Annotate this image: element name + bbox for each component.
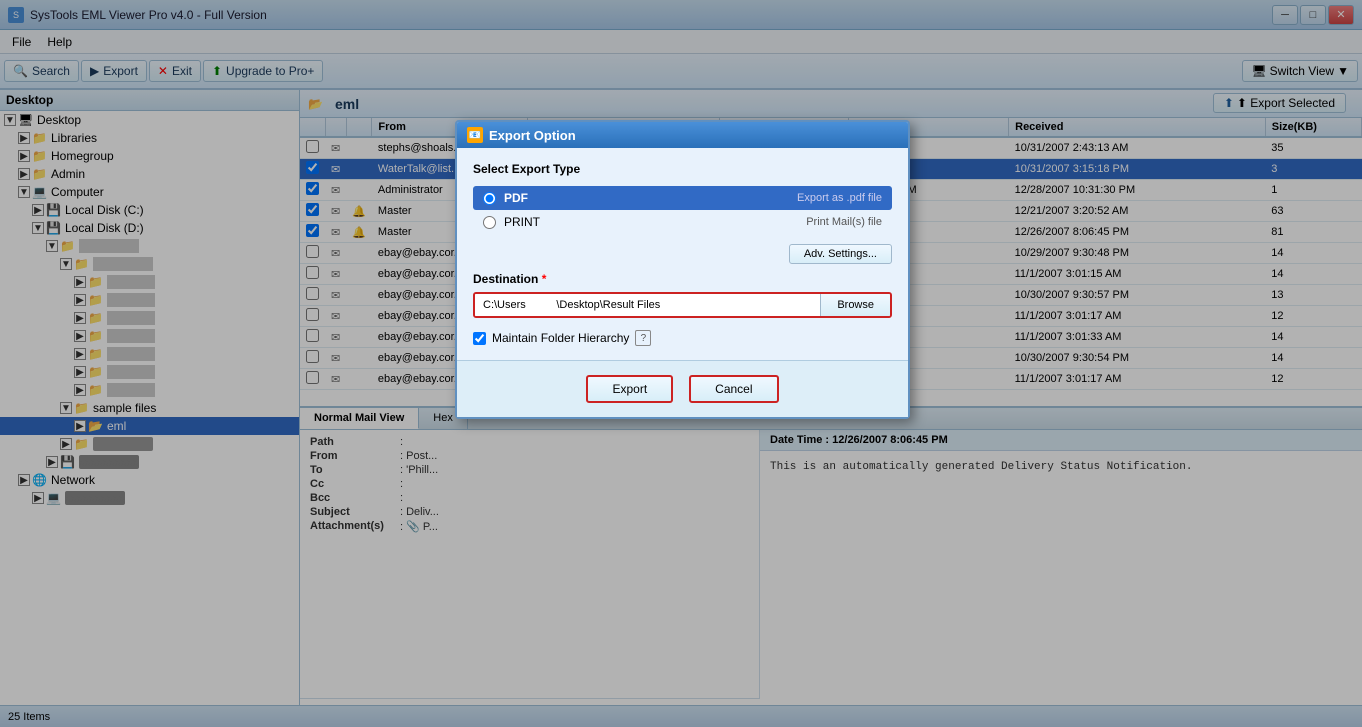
select-export-type-label: Select Export Type xyxy=(473,162,892,176)
export-option-print[interactable]: PRINT Print Mail(s) file xyxy=(473,210,892,234)
dialog-title-bar: 📧 Export Option xyxy=(457,122,908,148)
required-indicator: * xyxy=(542,272,547,286)
dialog-title-icon: 📧 xyxy=(467,127,483,143)
radio-print[interactable] xyxy=(483,216,496,229)
dialog-content: Select Export Type PDF Export as .pdf fi… xyxy=(457,148,908,360)
destination-section: Destination * Browse xyxy=(473,272,892,318)
print-description: Print Mail(s) file xyxy=(806,216,882,228)
destination-input[interactable] xyxy=(475,294,820,316)
export-button[interactable]: Export xyxy=(586,375,673,403)
browse-button[interactable]: Browse xyxy=(820,294,890,316)
help-icon[interactable]: ? xyxy=(635,330,651,346)
destination-label: Destination * xyxy=(473,272,892,286)
export-option-pdf[interactable]: PDF Export as .pdf file xyxy=(473,186,892,210)
export-dialog: 📧 Export Option Select Export Type PDF E… xyxy=(455,120,910,419)
dialog-footer: Export Cancel xyxy=(457,360,908,417)
pdf-description: Export as .pdf file xyxy=(797,192,882,204)
radio-pdf[interactable] xyxy=(483,192,496,205)
advanced-settings-row: Adv. Settings... xyxy=(473,244,892,264)
maintain-folder-checkbox[interactable] xyxy=(473,332,486,345)
maintain-folder-label[interactable]: Maintain Folder Hierarchy xyxy=(492,331,629,345)
destination-input-row: Browse xyxy=(473,292,892,318)
advanced-settings-button[interactable]: Adv. Settings... xyxy=(789,244,892,264)
print-label[interactable]: PRINT xyxy=(504,215,798,229)
modal-overlay: 📧 Export Option Select Export Type PDF E… xyxy=(0,0,1362,727)
pdf-label[interactable]: PDF xyxy=(504,191,789,205)
cancel-button[interactable]: Cancel xyxy=(689,375,778,403)
maintain-folder-row: Maintain Folder Hierarchy ? xyxy=(473,330,892,346)
dialog-title-text: Export Option xyxy=(489,128,576,143)
